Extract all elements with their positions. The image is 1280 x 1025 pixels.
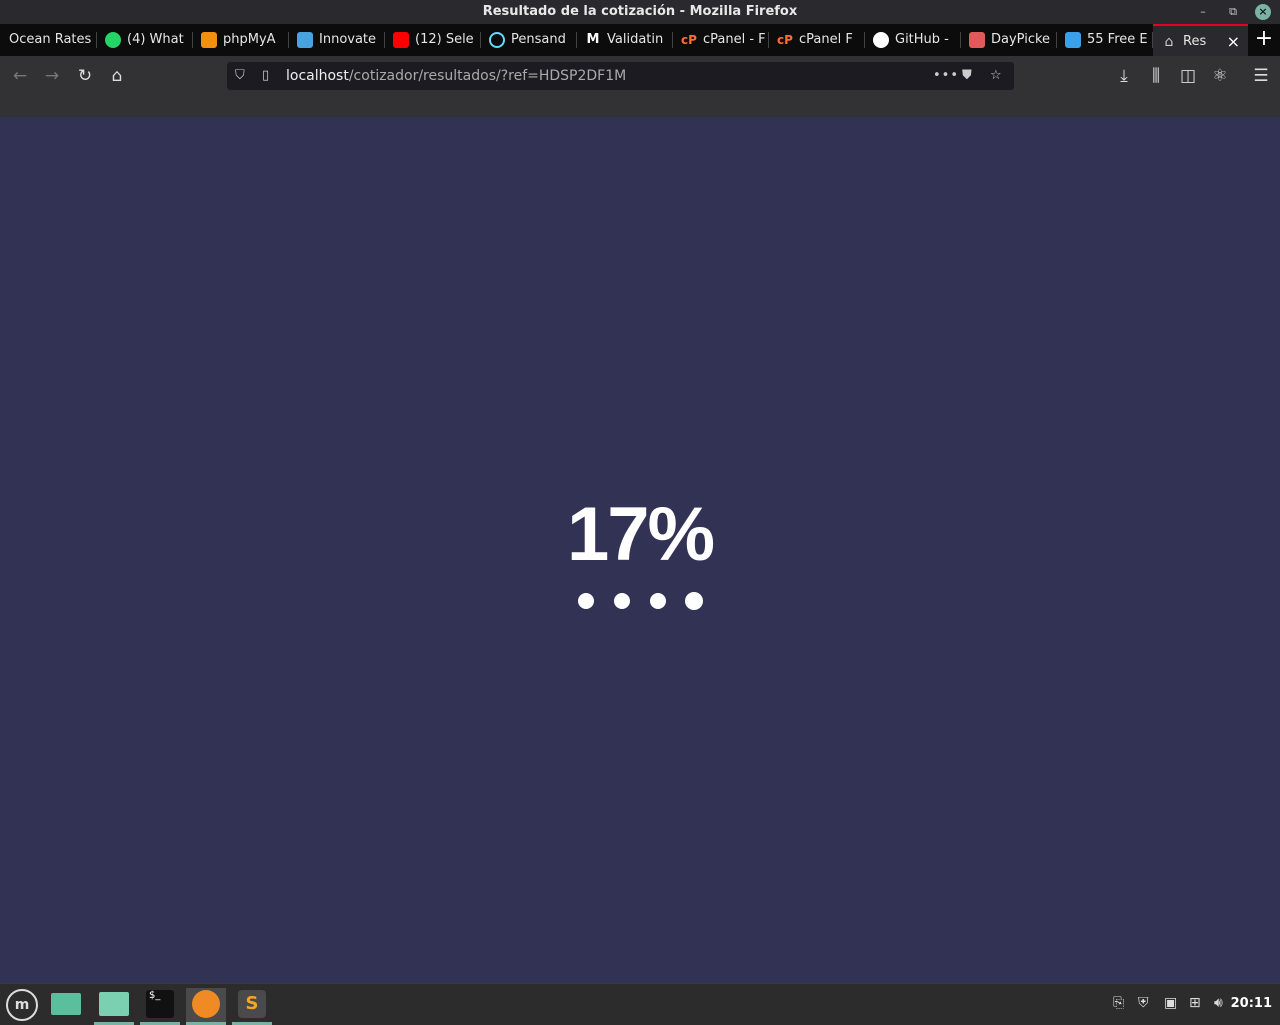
shield-icon[interactable]: ⛉ [235,62,245,90]
phpmyadmin-icon [201,31,217,48]
cpanel-icon: cP [681,32,697,47]
desktop-icon [51,993,81,1015]
shield-update-icon[interactable]: ⛨ [1138,995,1149,1011]
flaticon-icon [1065,31,1081,48]
tab-cpanel-2[interactable]: cP cPanel F [769,24,865,56]
sublime-text-button[interactable]: S [232,988,272,1025]
loading-dot [578,593,594,609]
firefox-button[interactable] [186,988,226,1025]
reload-icon[interactable]: ↻ [75,66,95,86]
tab-label: (12) Sele [415,32,474,47]
library-icon[interactable]: ⫼ [1146,66,1166,86]
bookmarks-strip [0,96,1280,118]
url-bar[interactable]: ⛉ ▯ localhost/cotizador/resultados/?ref=… [227,62,1014,90]
forward-icon[interactable]: → [42,66,62,86]
volume-icon[interactable]: 🔊︎ [1214,995,1223,1011]
show-desktop-button[interactable] [46,988,86,1022]
home-icon[interactable]: ⌂ [107,66,127,86]
tab-cpanel-1[interactable]: cP cPanel - F [673,24,769,56]
network-icon[interactable]: ⊞ [1189,995,1201,1011]
back-icon[interactable]: ← [10,66,30,86]
tab-innovate[interactable]: Innovate [289,24,385,56]
daypicker-icon [969,31,985,48]
navigation-toolbar: ← → ↻ ⌂ ⛉ ▯ localhost/cotizador/resultad… [0,56,1280,96]
page-content: 17% [0,117,1280,983]
firefox-icon [192,990,220,1018]
tab-label: phpMyA [223,32,276,47]
tab-github[interactable]: GitHub - [865,24,961,56]
tab-label: Res [1183,34,1207,49]
pocket-icon[interactable]: ⛊ [962,62,972,90]
window-titlebar: Resultado de la cotización - Mozilla Fir… [0,0,1280,24]
new-tab-button[interactable]: + [1248,24,1280,56]
tab-label: Validatin [607,32,664,47]
tab-label: Innovate [319,32,377,47]
youtube-icon [393,31,409,48]
tab-label: Ocean Rates [9,32,92,47]
loading-dot [685,592,703,610]
terminal-button[interactable]: $_ [140,988,180,1025]
clock[interactable]: 20:11 [1231,996,1272,1011]
innovate-icon [297,31,313,48]
tab-active-resultado[interactable]: ⌂ Res × [1153,24,1248,56]
loading-dot [650,593,666,609]
tab-daypicker[interactable]: DayPicke [961,24,1057,56]
react-devtools-icon[interactable]: ⚛ [1210,66,1230,86]
tab-youtube[interactable]: (12) Sele [385,24,481,56]
tab-flaticon[interactable]: 55 Free E [1057,24,1153,56]
tab-label: DayPicke [991,32,1051,47]
close-tab-icon[interactable]: × [1227,26,1240,56]
tab-label: GitHub - [895,32,949,47]
tab-validating[interactable]: M Validatin [577,24,673,56]
tab-pensando[interactable]: Pensand [481,24,577,56]
sidebar-icon[interactable]: ◫ [1178,66,1198,86]
loading-dots [578,592,708,611]
terminal-icon: $_ [146,990,174,1018]
progress-percentage: 17% [566,492,715,577]
downloads-icon[interactable]: ⤓ [1114,66,1134,86]
minimize-icon[interactable]: – [1195,4,1211,20]
linux-mint-icon: m [6,989,38,1021]
menu-icon[interactable]: ☰ [1251,66,1271,86]
tab-ocean-rates[interactable]: Ocean Rates [0,24,97,56]
tab-label: cPanel - F [703,32,766,47]
react-icon [489,31,505,48]
restore-icon[interactable]: ⧉ [1225,4,1241,20]
tab-label: (4) What [127,32,184,47]
tab-label: cPanel F [799,32,853,47]
tab-label: Pensand [511,32,566,47]
bookmark-star-icon[interactable]: ☆ [990,62,1002,90]
folder-icon [99,992,129,1016]
sublime-text-icon: S [238,990,266,1018]
home-icon: ⌂ [1164,33,1174,50]
url-path: /cotizador/resultados/?ref=HDSP2DF1M [348,68,627,84]
medium-icon: M [586,31,600,47]
tab-strip: Ocean Rates (4) What phpMyA Innovate (12… [0,24,1280,56]
github-icon [873,31,889,48]
clipboard-icon[interactable]: ⎘ [1113,995,1124,1011]
cpanel-icon: cP [777,32,793,47]
start-menu-button[interactable]: m [2,988,42,1022]
window-title: Resultado de la cotización - Mozilla Fir… [482,4,798,19]
desktop-taskbar: m $_ S ⎘ ⛨ ▣ ⊞ 🔊︎ 20:11 [0,983,1280,1025]
tab-label: 55 Free E [1087,32,1148,47]
files-button[interactable] [94,988,134,1025]
tab-phpmyadmin[interactable]: phpMyA [193,24,289,56]
page-info-icon[interactable]: ▯ [262,62,269,90]
whatsapp-icon [105,31,121,48]
page-actions-icon[interactable]: ••• [933,62,959,90]
close-window-icon[interactable]: × [1255,4,1271,20]
screenshot-icon[interactable]: ▣ [1164,995,1177,1011]
tab-whatsapp[interactable]: (4) What [97,24,193,56]
loading-dot [614,593,630,609]
url-host: localhost [286,68,349,84]
